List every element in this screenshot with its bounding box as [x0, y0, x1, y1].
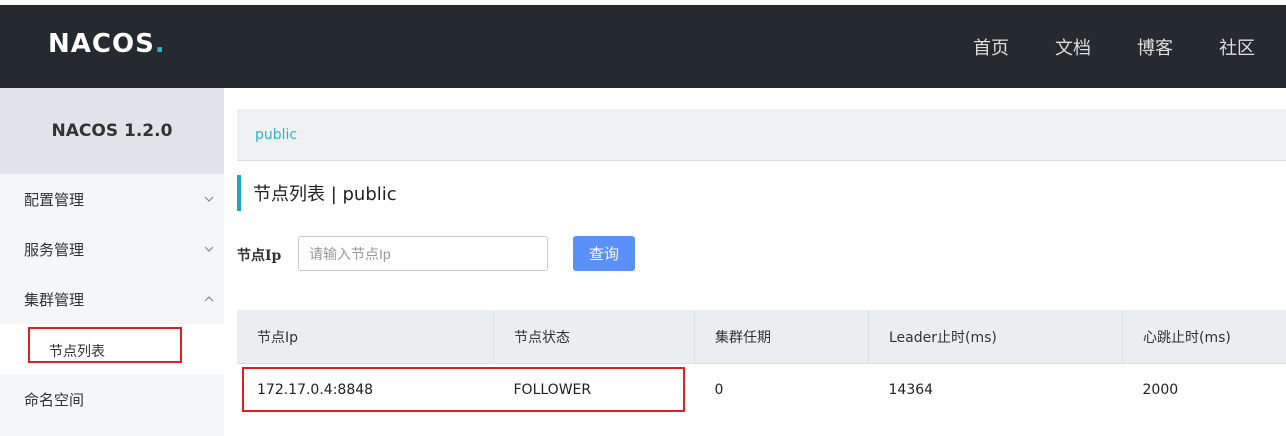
cell-heartbeat-due: 2000: [1122, 363, 1286, 416]
nav-blog[interactable]: 博客: [1137, 34, 1173, 60]
sidebar-item-namespace[interactable]: 命名空间: [0, 374, 224, 424]
query-button[interactable]: 查询: [573, 236, 635, 271]
sidebar-item-label: 服务管理: [24, 240, 85, 259]
column-header-cluster-term: 集群任期: [694, 310, 869, 364]
node-ip-input[interactable]: [298, 236, 548, 271]
node-ip-label: 节点Ip: [237, 248, 282, 264]
nav-docs[interactable]: 文档: [1055, 34, 1091, 60]
nacos-logo[interactable]: NACOS.: [48, 29, 166, 59]
cell-node-ip: 172.17.0.4:8848: [237, 363, 494, 416]
cell-cluster-term: 0: [694, 363, 869, 416]
chevron-down-icon: [204, 246, 214, 252]
sidebar-title: NACOS 1.2.0: [0, 88, 224, 174]
sidebar-subitem-label: 节点列表: [49, 344, 105, 360]
chevron-up-icon: [204, 296, 214, 302]
logo-text: NACOS: [48, 29, 155, 59]
column-header-node-ip: 节点Ip: [237, 310, 494, 364]
sidebar-subitem-node-list[interactable]: 节点列表: [0, 324, 224, 374]
sidebar-item-cluster[interactable]: 集群管理: [0, 274, 224, 324]
breadcrumb: public: [237, 109, 1286, 161]
top-navbar: NACOS. 首页 文档 博客 社区: [0, 5, 1286, 88]
nav-home[interactable]: 首页: [973, 34, 1009, 60]
column-header-heartbeat-due: 心跳止时(ms): [1122, 310, 1286, 364]
sidebar-item-label: 集群管理: [24, 290, 85, 309]
sidebar-item-service[interactable]: 服务管理: [0, 224, 224, 274]
column-header-node-state: 节点状态: [493, 310, 695, 364]
chevron-down-icon: [204, 196, 214, 202]
nav-community[interactable]: 社区: [1219, 34, 1255, 60]
node-table: 节点Ip 节点状态 集群任期 Leader止时(ms) 心跳止时(ms) 172…: [237, 310, 1286, 416]
logo-dot: .: [154, 29, 166, 59]
sidebar-item-label: 命名空间: [24, 390, 85, 409]
breadcrumb-namespace[interactable]: public: [255, 127, 297, 143]
table-row: 172.17.0.4:8848 FOLLOWER 0 14364 2000: [237, 363, 1286, 416]
top-nav: 首页 文档 博客 社区: [973, 5, 1286, 88]
cell-node-state: FOLLOWER: [493, 363, 695, 416]
sidebar-item-config[interactable]: 配置管理: [0, 174, 224, 224]
sidebar-item-label: 配置管理: [24, 190, 85, 209]
page-title: 节点列表 | public: [237, 175, 397, 211]
table-header-row: 节点Ip 节点状态 集群任期 Leader止时(ms) 心跳止时(ms): [237, 310, 1286, 364]
cell-leader-due: 14364: [868, 363, 1123, 416]
sidebar: NACOS 1.2.0 配置管理 服务管理 集群管理 节点列表 命名空间: [0, 88, 224, 436]
column-header-leader-due: Leader止时(ms): [868, 310, 1123, 364]
